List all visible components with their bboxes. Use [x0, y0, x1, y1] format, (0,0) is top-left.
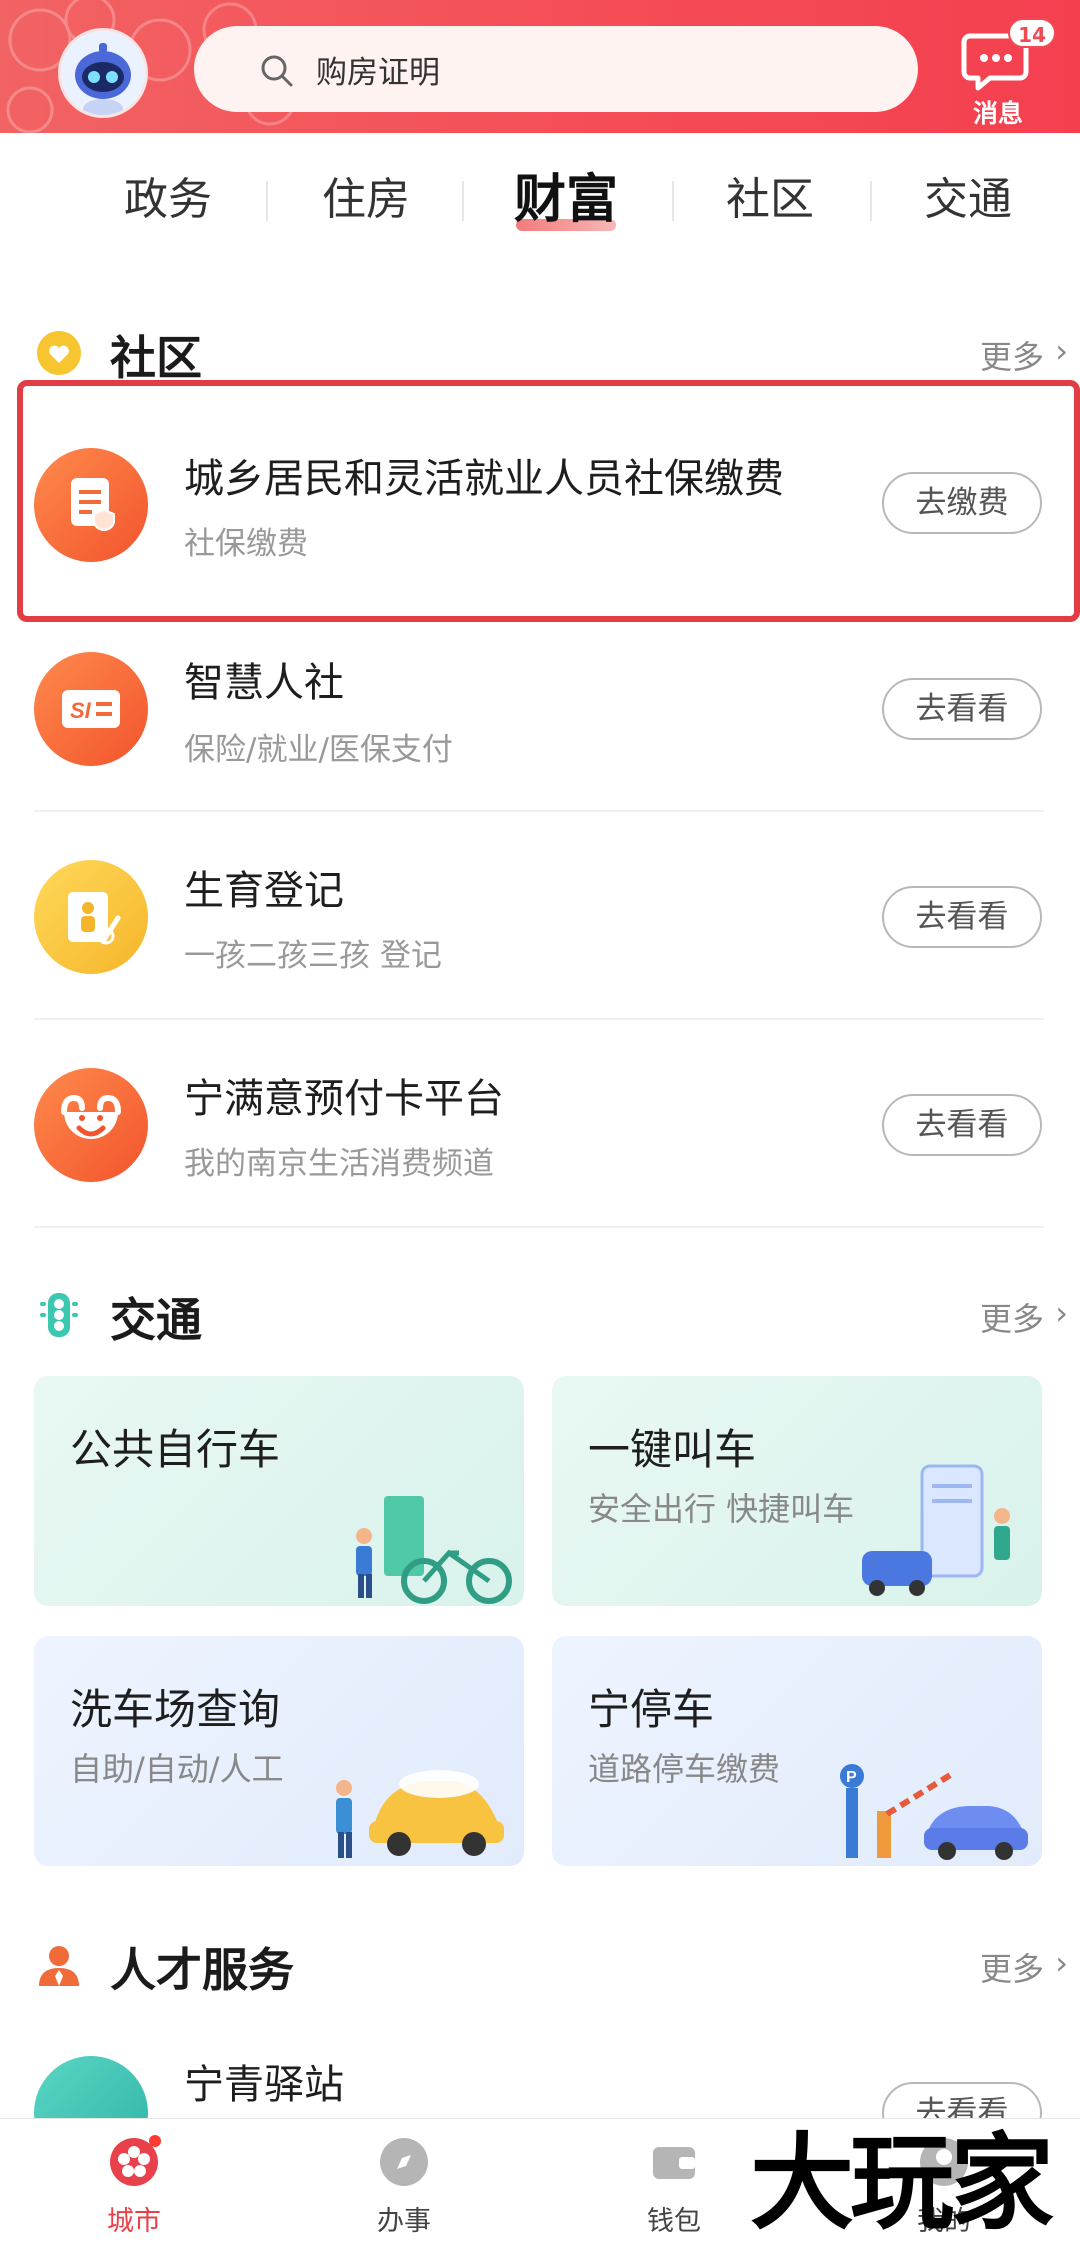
- traffic-light-icon: [40, 1293, 78, 1337]
- card-subtitle: 安全出行 快捷叫车: [588, 1490, 855, 1528]
- person-icon: [39, 1946, 79, 1986]
- birth-register-icon: [34, 860, 148, 974]
- list-item[interactable]: 生育登记 一孩二孩三孩 登记 去看看: [0, 812, 1080, 1020]
- tab-housing[interactable]: 住房: [266, 163, 466, 227]
- parking-card[interactable]: 宁停车 道路停车缴费 P: [552, 1636, 1042, 1866]
- pay-button[interactable]: 去缴费: [882, 472, 1042, 534]
- nav-affairs[interactable]: 办事: [334, 2135, 474, 2238]
- view-button[interactable]: 去看看: [882, 886, 1042, 948]
- traffic-section-header: 交通 更多 ›: [34, 1280, 1068, 1350]
- row-divider: [34, 1226, 1044, 1228]
- card-title: 洗车场查询: [70, 1685, 281, 1734]
- community-more-link[interactable]: 更多: [980, 332, 1044, 378]
- nav-label: 办事: [377, 2206, 431, 2237]
- list-item[interactable]: SI 智慧人社 保险/就业/医保支付 去看看: [0, 606, 1080, 812]
- city-flower-icon: [110, 2135, 161, 2186]
- parking-gate-icon: P: [840, 1764, 1028, 1860]
- card-subtitle: 自助/自动/人工: [70, 1750, 284, 1788]
- category-tabs: 政务 住房 财富 社区 交通: [0, 133, 1080, 263]
- tab-community[interactable]: 社区: [670, 163, 870, 227]
- card-title: 宁停车: [588, 1685, 715, 1734]
- nav-wallet[interactable]: 钱包: [604, 2135, 744, 2238]
- car-wash-card[interactable]: 洗车场查询 自助/自动/人工: [34, 1636, 524, 1866]
- svg-text:SI: SI: [70, 698, 92, 723]
- traffic-section-title: 交通: [110, 1293, 202, 1347]
- talent-section-title: 人才服务: [110, 1943, 294, 1997]
- heart-chat-icon: [37, 331, 81, 375]
- list-item[interactable]: 宁青驿站 去看看: [0, 2020, 1080, 2170]
- svg-text:P: P: [846, 1769, 857, 1786]
- card-title: 公共自行车: [70, 1425, 281, 1474]
- view-button[interactable]: 去看看: [882, 1094, 1042, 1156]
- top-header: 购房证明 14 消息: [0, 0, 1080, 133]
- watermark-text: 大玩家: [750, 2121, 1054, 2244]
- message-count-badge: 14: [1008, 18, 1056, 48]
- talent-more-link[interactable]: 更多: [980, 1944, 1044, 1990]
- list-item-subtitle: 社保缴费: [184, 526, 308, 562]
- tab-traffic[interactable]: 交通: [868, 163, 1068, 227]
- nav-city[interactable]: 城市: [64, 2135, 204, 2238]
- chevron-right-icon: ›: [1055, 1944, 1068, 1982]
- card-title: 一键叫车: [588, 1425, 757, 1474]
- traffic-more-link[interactable]: 更多: [980, 1294, 1044, 1340]
- view-button[interactable]: 去看看: [882, 678, 1042, 740]
- message-label: 消息: [972, 99, 1023, 128]
- nav-label: 城市: [107, 2206, 161, 2237]
- talent-section-header: 人才服务 更多 ›: [34, 1930, 1068, 2000]
- list-item-title: 宁青驿站: [184, 2062, 344, 2108]
- chevron-right-icon: ›: [1055, 332, 1068, 370]
- tab-government[interactable]: 政务: [68, 163, 268, 227]
- list-item[interactable]: 宁满意预付卡平台 我的南京生活消费频道 去看看: [0, 1020, 1080, 1228]
- tab-wealth[interactable]: 财富: [466, 157, 666, 232]
- nav-label: 钱包: [647, 2206, 701, 2237]
- list-item-title: 智慧人社: [184, 660, 344, 706]
- ride-hailing-card[interactable]: 一键叫车 安全出行 快捷叫车: [552, 1376, 1042, 1606]
- wallet-icon: [653, 2147, 695, 2179]
- community-section-header: 社区 更多 ›: [34, 318, 1068, 388]
- bicycle-icon: [356, 1496, 512, 1604]
- card-subtitle: 道路停车缴费: [588, 1750, 781, 1788]
- chevron-right-icon: ›: [1055, 1294, 1068, 1332]
- search-bar[interactable]: 购房证明: [194, 26, 918, 112]
- community-section-title: 社区: [110, 331, 202, 385]
- compass-icon: [380, 2138, 428, 2186]
- list-item-title: 宁满意预付卡平台: [184, 1076, 504, 1122]
- list-item-title: 城乡居民和灵活就业人员社保缴费: [184, 456, 784, 502]
- list-item[interactable]: 城乡居民和灵活就业人员社保缴费 社保缴费 去缴费: [0, 400, 1080, 606]
- public-bike-card[interactable]: 公共自行车: [34, 1376, 524, 1606]
- tab-divider: [462, 181, 464, 221]
- list-item-title: 生育登记: [184, 868, 344, 914]
- phone-car-icon: [862, 1464, 1010, 1596]
- list-item-subtitle: 我的南京生活消费频道: [184, 1146, 494, 1182]
- message-button[interactable]: 14 消息: [958, 14, 1068, 128]
- list-item-subtitle: 一孩二孩三孩 登记: [184, 938, 442, 974]
- smile-icon: [34, 1068, 148, 1182]
- search-icon: [261, 55, 293, 87]
- list-item-subtitle: 保险/就业/医保支付: [184, 732, 453, 768]
- car-wash-icon: [336, 1770, 504, 1858]
- si-card-icon: SI: [34, 652, 148, 766]
- document-shield-icon: [34, 448, 148, 562]
- robot-avatar-icon[interactable]: [58, 28, 148, 118]
- search-placeholder: 购房证明: [316, 54, 440, 91]
